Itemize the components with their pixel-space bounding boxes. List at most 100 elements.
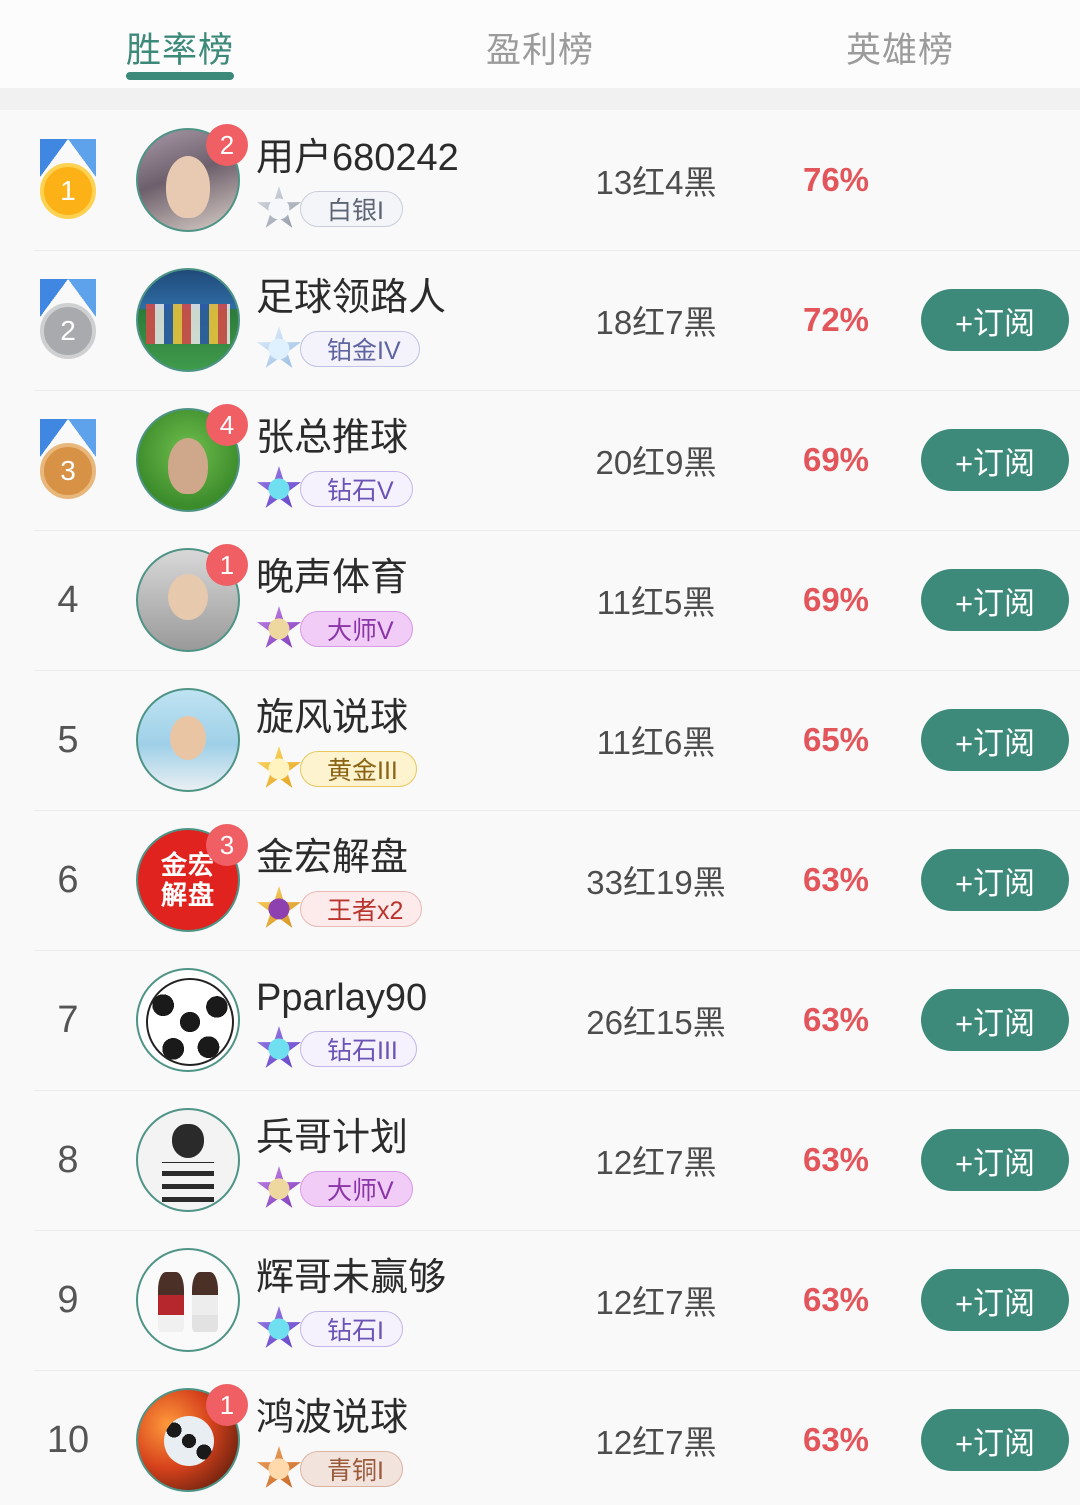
user-name[interactable]: 晚声体育 xyxy=(256,555,561,601)
user-name[interactable]: Pparlay90 xyxy=(256,975,561,1021)
user-name[interactable]: 用户680242 xyxy=(256,135,561,181)
subscribe-button[interactable]: +订阅 xyxy=(921,1409,1069,1471)
user-info: 晚声体育大师V xyxy=(256,551,561,649)
tier-badge: 黄金III xyxy=(256,746,417,789)
win-rate-cell: 63% xyxy=(802,1281,870,1318)
tier-badge: 青铜I xyxy=(256,1446,403,1492)
record-cell: 12红7黑 xyxy=(595,1424,717,1461)
record-cell: 33红19黑 xyxy=(586,864,726,901)
record-cell: 20红9黑 xyxy=(595,444,717,481)
tier-emblem-icon xyxy=(256,1446,302,1492)
subscribe-button[interactable]: +订阅 xyxy=(921,849,1069,911)
subscribe-button[interactable]: +订阅 xyxy=(921,1269,1069,1331)
subscribe-button[interactable]: +订阅 xyxy=(921,989,1069,1051)
record-cell: 11红6黑 xyxy=(596,724,716,761)
rank-cell: 6 xyxy=(0,859,136,902)
action-cell: +订阅 xyxy=(921,1129,1080,1191)
avatar[interactable]: 金宏 解盘 3 xyxy=(136,824,248,932)
tier-emblem-icon xyxy=(256,326,302,372)
user-name[interactable]: 旋风说球 xyxy=(256,695,561,741)
tier-emblem-icon xyxy=(256,186,302,232)
tier-emblem-icon xyxy=(256,1166,302,1212)
record-cell: 11红5黑 xyxy=(596,584,716,621)
user-name[interactable]: 兵哥计划 xyxy=(256,1115,561,1161)
tier-label: 大师V xyxy=(300,611,413,647)
tab-1[interactable]: 盈利榜 xyxy=(360,0,720,73)
subscribe-button[interactable]: +订阅 xyxy=(921,709,1069,771)
tier-label: 钻石I xyxy=(300,1311,403,1347)
avatar-image xyxy=(136,1248,240,1352)
table-row[interactable]: 5 旋风说球黄金III 11红6黑 65% +订阅 xyxy=(0,670,1080,810)
tier-label: 铂金IV xyxy=(300,331,420,367)
user-name[interactable]: 足球领路人 xyxy=(256,275,561,321)
avatar[interactable]: 1 xyxy=(136,544,248,652)
tier-label: 大师V xyxy=(300,1171,413,1207)
tier-badge: 铂金IV xyxy=(256,326,420,372)
tier-label: 白银I xyxy=(300,191,403,227)
avatar[interactable] xyxy=(136,968,240,1072)
user-name[interactable]: 金宏解盘 xyxy=(256,835,561,881)
notification-badge: 1 xyxy=(206,1384,248,1426)
user-info: Pparlay90 钻石III xyxy=(256,971,561,1069)
action-cell: +订阅 xyxy=(921,149,1080,211)
tier-emblem-icon xyxy=(256,466,302,512)
medal-rank-number: 1 xyxy=(40,163,96,219)
table-row[interactable]: 1 2用户680242 白银I 13红4黑 76% +订阅 xyxy=(0,110,1080,250)
tab-bar: 胜率榜 盈利榜 英雄榜 xyxy=(0,0,1080,88)
rank-number: 5 xyxy=(57,718,79,761)
table-row[interactable]: 7 Pparlay90 钻石III 26红15黑 63% +订阅 xyxy=(0,950,1080,1090)
user-name[interactable]: 鸿波说球 xyxy=(256,1395,561,1441)
user-name[interactable]: 辉哥未赢够 xyxy=(256,1255,561,1301)
subscribe-button[interactable]: +订阅 xyxy=(921,569,1069,631)
tier-label: 青铜I xyxy=(300,1451,403,1487)
tier-badge: 大师V xyxy=(256,1166,413,1212)
tier-badge: 王者x2 xyxy=(256,886,423,932)
avatar[interactable] xyxy=(136,1108,240,1212)
tab-active-indicator xyxy=(126,72,234,80)
avatar[interactable] xyxy=(136,1248,240,1352)
rank-cell: 4 xyxy=(0,579,136,622)
tab-label: 盈利榜 xyxy=(485,31,594,70)
medal-rank-number: 3 xyxy=(40,443,96,499)
user-info: 辉哥未赢够钻石I xyxy=(256,1251,561,1349)
user-info: 用户680242 白银I xyxy=(256,131,561,229)
rank-number: 7 xyxy=(57,998,79,1041)
table-row[interactable]: 2 足球领路人 铂金IV 18红7黑 72% +订阅 xyxy=(0,250,1080,390)
rank-number: 6 xyxy=(57,858,79,901)
avatar[interactable]: 1 xyxy=(136,1384,248,1492)
tier-badge: 钻石I xyxy=(256,1306,403,1352)
avatar[interactable]: 4 xyxy=(136,404,248,512)
avatar[interactable] xyxy=(136,268,240,372)
win-rate-cell: 65% xyxy=(802,721,870,758)
table-row[interactable]: 10 1 鸿波说球 青铜I 12红7黑 63% +订阅 xyxy=(0,1370,1080,1505)
tab-0[interactable]: 胜率榜 xyxy=(0,0,360,80)
subscribe-button[interactable]: +订阅 xyxy=(921,1129,1069,1191)
avatar[interactable] xyxy=(136,688,240,792)
action-cell: +订阅 xyxy=(921,1269,1080,1331)
win-rate-cell: 63% xyxy=(802,861,870,898)
win-rate-cell: 69% xyxy=(802,581,870,618)
subscribe-button[interactable]: +订阅 xyxy=(921,289,1069,351)
record-cell: 12红7黑 xyxy=(595,1144,717,1181)
user-name[interactable]: 张总推球 xyxy=(256,415,561,461)
record-cell: 26红15黑 xyxy=(586,1004,726,1041)
tier-emblem-icon xyxy=(256,886,302,932)
tier-badge: 大师V xyxy=(256,606,413,652)
table-row[interactable]: 4 1 晚声体育大师V 11红5黑 69% +订阅 xyxy=(0,530,1080,670)
tier-emblem-icon xyxy=(256,1306,302,1352)
tier-emblem-icon xyxy=(256,606,302,652)
notification-badge: 1 xyxy=(206,544,248,586)
tab-divider xyxy=(0,88,1080,110)
record-cell: 13红4黑 xyxy=(595,164,717,201)
table-row[interactable]: 3 4 张总推球钻石V 20红9黑 69% +订阅 xyxy=(0,390,1080,530)
avatar[interactable]: 2 xyxy=(136,124,248,232)
tab-2[interactable]: 英雄榜 xyxy=(720,0,1080,73)
avatar-logo-text: 金宏 解盘 xyxy=(160,850,215,910)
subscribe-button[interactable]: +订阅 xyxy=(921,429,1069,491)
table-row[interactable]: 9 辉哥未赢够 钻石I 12红7黑 63% +订阅 xyxy=(0,1230,1080,1370)
user-info: 旋风说球黄金III xyxy=(256,691,561,789)
table-row[interactable]: 8 兵哥计划 大师V 12红7黑 63% +订阅 xyxy=(0,1090,1080,1230)
win-rate-cell: 69% xyxy=(802,441,870,478)
table-row[interactable]: 6 金宏 解盘 3 金宏解盘 王者x2 33红19黑 63% +订阅 xyxy=(0,810,1080,950)
tier-badge: 钻石V xyxy=(256,466,413,512)
